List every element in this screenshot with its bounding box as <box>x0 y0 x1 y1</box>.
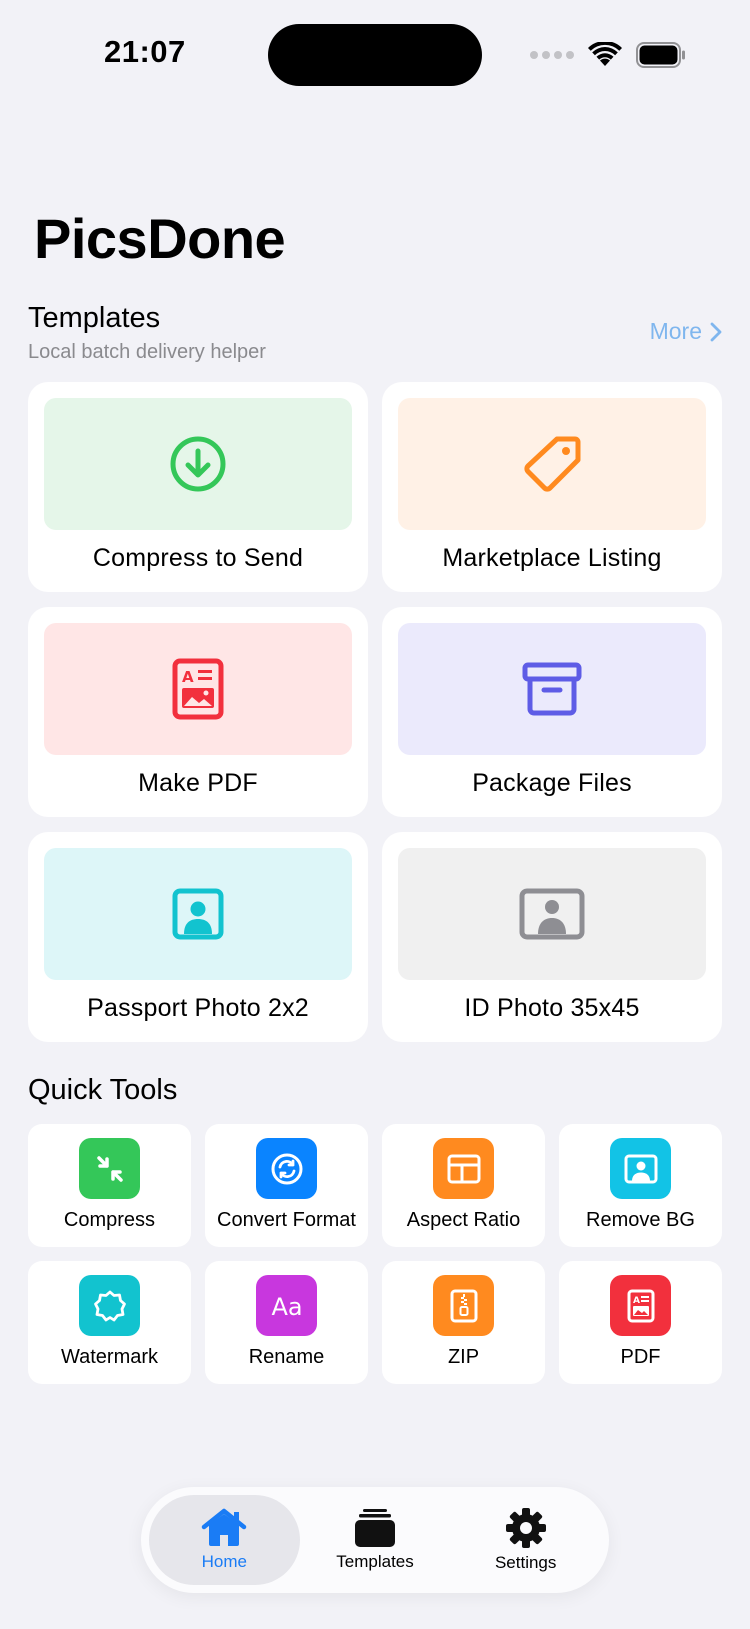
template-label: Passport Photo 2x2 <box>87 994 309 1022</box>
tool-icon-tile <box>79 1138 140 1199</box>
tool-label: Aspect Ratio <box>406 1209 521 1231</box>
quick-tools-section-title: Quick Tools <box>28 1074 178 1106</box>
download-circle-icon <box>170 436 226 492</box>
tool-watermark[interactable]: Watermark <box>28 1261 191 1384</box>
watermark-seal-icon <box>93 1290 126 1321</box>
template-card-package-files[interactable]: Package Files <box>382 607 722 817</box>
template-thumb <box>398 398 706 530</box>
tool-icon-tile <box>79 1275 140 1336</box>
template-card-passport-photo[interactable]: Passport Photo 2x2 <box>28 832 368 1042</box>
battery-icon <box>636 42 685 68</box>
tool-icon-tile <box>610 1138 671 1199</box>
svg-text:A: A <box>182 668 194 686</box>
tool-icon-tile <box>256 1138 317 1199</box>
tab-templates[interactable]: Templates <box>300 1495 451 1585</box>
tool-label: Watermark <box>60 1346 159 1368</box>
tool-pdf[interactable]: A PDF <box>559 1261 722 1384</box>
tool-convert-format[interactable]: Convert Format <box>205 1124 368 1247</box>
templates-section-subtitle: Local batch delivery helper <box>28 341 266 363</box>
gear-icon <box>505 1508 546 1548</box>
pdf-file-icon: A <box>627 1289 654 1322</box>
compress-arrows-icon <box>96 1155 123 1182</box>
tab-bar: Home Templates Settings <box>141 1487 609 1593</box>
template-label: ID Photo 35x45 <box>464 994 640 1022</box>
cellular-signal-icon <box>530 51 574 59</box>
page-title: PicsDone <box>34 207 286 270</box>
template-card-marketplace-listing[interactable]: Marketplace Listing <box>382 382 722 592</box>
stack-icon <box>355 1509 395 1547</box>
more-link-label: More <box>649 318 702 344</box>
tool-icon-tile <box>433 1138 494 1199</box>
quick-tools-grid: Compress Convert Format Aspect Ratio Rem… <box>28 1124 722 1384</box>
tool-rename[interactable]: Aa Rename <box>205 1261 368 1384</box>
template-thumb <box>44 398 352 530</box>
tool-label: Remove BG <box>586 1209 695 1231</box>
tab-label: Templates <box>336 1552 414 1571</box>
tool-label: Compress <box>63 1209 156 1231</box>
house-icon <box>202 1508 247 1546</box>
pdf-document-icon: A <box>172 658 224 720</box>
tab-home[interactable]: Home <box>149 1495 300 1585</box>
id-photo-icon <box>519 888 585 940</box>
tool-label: Rename <box>248 1346 325 1368</box>
tool-zip[interactable]: ZIP <box>382 1261 545 1384</box>
tool-remove-bg[interactable]: Remove BG <box>559 1124 722 1247</box>
tool-label: ZIP <box>447 1346 480 1368</box>
more-templates-link[interactable]: More <box>650 318 722 345</box>
remove-bg-icon <box>624 1154 657 1183</box>
templates-grid: Compress to Send Marketplace Listing A M… <box>28 382 722 1042</box>
dynamic-island <box>268 24 482 86</box>
zip-file-icon <box>450 1289 477 1322</box>
status-bar: 21:07 <box>0 0 750 110</box>
tool-icon-tile: A <box>610 1275 671 1336</box>
template-label: Make PDF <box>138 769 258 797</box>
tab-settings[interactable]: Settings <box>450 1495 601 1585</box>
svg-text:Aa: Aa <box>271 1293 302 1321</box>
portrait-icon <box>172 888 224 940</box>
template-card-id-photo[interactable]: ID Photo 35x45 <box>382 832 722 1042</box>
convert-cycle-icon <box>271 1153 302 1184</box>
template-label: Package Files <box>472 769 632 797</box>
tool-icon-tile <box>433 1275 494 1336</box>
template-thumb <box>398 848 706 980</box>
wifi-icon <box>588 42 622 66</box>
template-card-make-pdf[interactable]: A Make PDF <box>28 607 368 817</box>
tool-aspect-ratio[interactable]: Aspect Ratio <box>382 1124 545 1247</box>
tag-icon <box>524 436 581 492</box>
tab-label: Home <box>201 1552 248 1571</box>
tool-label: Convert Format <box>217 1209 356 1231</box>
template-thumb <box>44 848 352 980</box>
tool-icon-tile: Aa <box>256 1275 317 1336</box>
archive-box-icon <box>522 662 582 716</box>
aspect-ratio-icon <box>447 1154 480 1183</box>
template-label: Marketplace Listing <box>442 544 662 572</box>
tool-label: PDF <box>620 1346 661 1368</box>
templates-section-title: Templates <box>28 302 161 334</box>
template-label: Compress to Send <box>92 544 304 572</box>
status-indicators <box>530 38 686 72</box>
rename-text-icon: Aa <box>271 1293 302 1321</box>
template-card-compress-to-send[interactable]: Compress to Send <box>28 382 368 592</box>
chevron-right-icon <box>710 322 722 341</box>
template-thumb <box>398 623 706 755</box>
template-thumb: A <box>44 623 352 755</box>
tool-compress[interactable]: Compress <box>28 1124 191 1247</box>
status-time: 21:07 <box>104 34 186 69</box>
tab-label: Settings <box>494 1553 557 1572</box>
svg-text:A: A <box>633 1296 640 1306</box>
